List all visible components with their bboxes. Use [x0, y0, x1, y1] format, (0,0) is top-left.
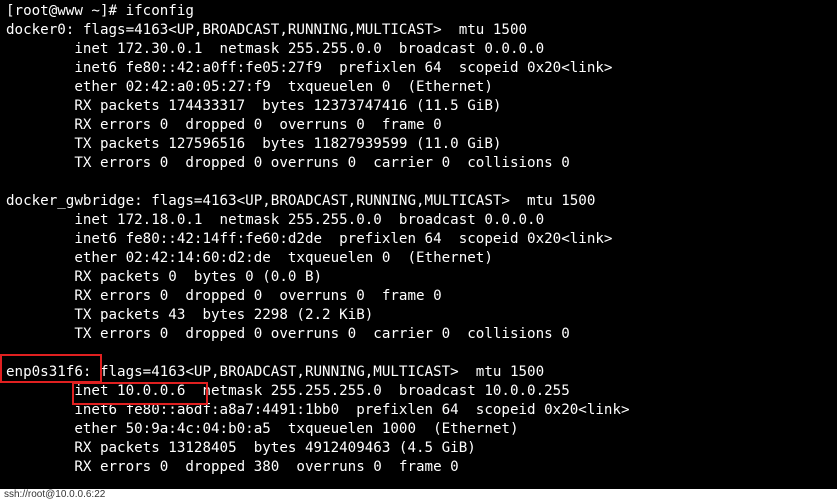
terminal-line: inet 172.30.0.1 netmask 255.255.0.0 broa…	[6, 41, 545, 57]
terminal-line: TX errors 0 dropped 0 overruns 0 carrier…	[6, 326, 570, 342]
terminal-line: RX errors 0 dropped 0 overruns 0 frame 0	[6, 288, 442, 304]
terminal-line: docker_gwbridge: flags=4163<UP,BROADCAST…	[6, 193, 596, 209]
terminal-line: RX errors 0 dropped 380 overruns 0 frame…	[6, 459, 459, 475]
terminal-line: enp0s31f6: flags=4163<UP,BROADCAST,RUNNI…	[6, 364, 545, 380]
terminal-line: inet 10.0.0.6 netmask 255.255.255.0 broa…	[6, 383, 570, 399]
terminal-line: ether 50:9a:4c:04:b0:a5 txqueuelen 1000 …	[6, 421, 519, 437]
terminal-line: [root@www ~]# ifconfig	[6, 3, 194, 19]
terminal-line: inet 172.18.0.1 netmask 255.255.0.0 broa…	[6, 212, 545, 228]
terminal-line: RX errors 0 dropped 0 overruns 0 frame 0	[6, 117, 442, 133]
terminal-line: inet6 fe80::a6df:a8a7:4491:1bb0 prefixle…	[6, 402, 630, 418]
connection-label: ssh://root@10.0.0.6:22	[4, 489, 106, 500]
terminal-line: RX packets 0 bytes 0 (0.0 B)	[6, 269, 323, 285]
terminal-line: TX packets 127596516 bytes 11827939599 (…	[6, 136, 502, 152]
terminal-line: TX errors 0 dropped 0 overruns 0 carrier…	[6, 155, 570, 171]
status-bar: ssh://root@10.0.0.6:22	[0, 489, 837, 501]
terminal-line: RX packets 13128405 bytes 4912409463 (4.…	[6, 440, 476, 456]
terminal-line: RX packets 174433317 bytes 12373747416 (…	[6, 98, 502, 114]
terminal-line: ether 02:42:a0:05:27:f9 txqueuelen 0 (Et…	[6, 79, 493, 95]
terminal-line: TX packets 43 bytes 2298 (2.2 KiB)	[6, 307, 374, 323]
terminal-line: ether 02:42:14:60:d2:de txqueuelen 0 (Et…	[6, 250, 493, 266]
terminal-line: docker0: flags=4163<UP,BROADCAST,RUNNING…	[6, 22, 528, 38]
terminal-line: inet6 fe80::42:14ff:fe60:d2de prefixlen …	[6, 231, 613, 247]
terminal-window[interactable]: [root@www ~]# ifconfig docker0: flags=41…	[0, 0, 837, 489]
terminal-line: inet6 fe80::42:a0ff:fe05:27f9 prefixlen …	[6, 60, 613, 76]
